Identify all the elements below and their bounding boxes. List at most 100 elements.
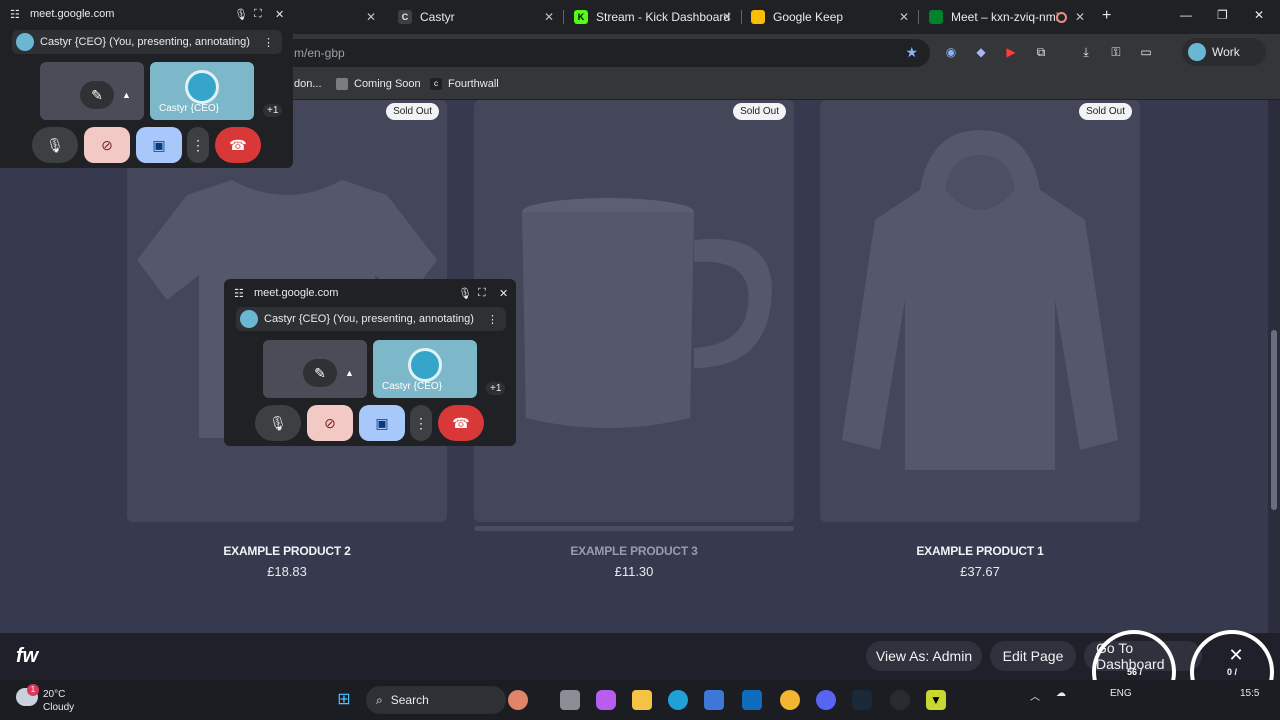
avatar: [240, 310, 258, 328]
present-button[interactable]: ▣: [136, 127, 182, 163]
download-icon[interactable]: ⤓: [1078, 45, 1094, 61]
steam-icon[interactable]: [852, 690, 872, 710]
cast-audio-icon[interactable]: ◉: [943, 45, 959, 61]
close-icon[interactable]: ✕: [275, 8, 284, 21]
bookmark-item[interactable]: Coming Soon: [336, 78, 421, 90]
tab-castyr[interactable]: C Castyr ✕: [398, 4, 554, 30]
obs-icon[interactable]: [890, 690, 910, 710]
product-name[interactable]: EXAMPLE PRODUCT 2: [127, 544, 447, 558]
product-name[interactable]: EXAMPLE PRODUCT 3: [474, 544, 794, 558]
cast-icon[interactable]: ▭: [1138, 45, 1154, 61]
chevron-up-icon[interactable]: ▲: [122, 90, 131, 100]
close-icon[interactable]: ✕: [722, 10, 732, 24]
weather-widget[interactable]: 20°C Cloudy: [43, 688, 74, 714]
mic-icon[interactable]: 🎙: [458, 287, 472, 300]
balloons-icon[interactable]: [508, 690, 528, 710]
shop-page: Sold Out Sold Out Sold Out EXAMPLE PRODU…: [0, 100, 1268, 633]
close-icon[interactable]: ✕: [899, 10, 909, 24]
tab-google-keep[interactable]: Google Keep ✕: [751, 4, 909, 30]
extensions-icon[interactable]: ⧉: [1033, 45, 1049, 61]
camera-off-button[interactable]: ⊘: [307, 405, 353, 441]
keystroke-counter: 56 /: [1127, 667, 1143, 677]
expand-icon[interactable]: ⛶: [478, 287, 486, 300]
more-participants-badge[interactable]: +1: [263, 104, 283, 117]
close-admin-bar-icon[interactable]: ✕: [1222, 641, 1250, 669]
new-tab-button[interactable]: +: [1102, 7, 1111, 25]
close-icon[interactable]: ✕: [544, 10, 554, 24]
tab-kick-dashboard[interactable]: K Stream - Kick Dashboard ✕: [574, 4, 732, 30]
product-card[interactable]: Sold Out: [820, 100, 1140, 522]
product-card[interactable]: Sold Out: [474, 100, 794, 522]
chevron-up-icon[interactable]: ▲: [345, 368, 354, 378]
mic-button[interactable]: 🎙: [255, 405, 301, 441]
language-indicator[interactable]: ENG: [1110, 688, 1132, 699]
bookmark-item[interactable]: c Fourthwall: [430, 78, 499, 90]
mic-icon[interactable]: 🎙: [234, 8, 248, 21]
windows-taskbar: 1 20°C Cloudy ⊞ ⌕ Search ▼ ︿ ☁ ENG 15:5: [0, 680, 1280, 720]
meet-pip-window[interactable]: ☷ meet.google.com 🎙 ⛶ ✕ Castyr {CEO} (Yo…: [224, 279, 516, 446]
presenter-row[interactable]: Castyr {CEO} (You, presenting, annotatin…: [236, 307, 506, 331]
address-bar[interactable]: m/en-gbp ★: [280, 39, 930, 67]
tab-meet[interactable]: Meet – kxn-zviq-nmi ✕: [929, 4, 1085, 30]
tune-icon: ☷: [234, 288, 244, 300]
youtube-extension-icon[interactable]: ▶: [1003, 45, 1019, 61]
carousel-indicator[interactable]: [474, 526, 794, 531]
camera-off-button[interactable]: ⊘: [84, 127, 130, 163]
tune-icon: ☷: [10, 9, 20, 21]
bookmark-star-icon[interactable]: ★: [905, 44, 918, 61]
product-name[interactable]: EXAMPLE PRODUCT 1: [820, 544, 1140, 558]
task-view-icon[interactable]: [560, 690, 580, 710]
more-options-button[interactable]: ⋮: [410, 405, 432, 441]
pip-domain: meet.google.com: [30, 8, 115, 20]
store-icon[interactable]: [704, 690, 724, 710]
presenter-row[interactable]: Castyr {CEO} (You, presenting, annotatin…: [12, 30, 282, 54]
more-options-button[interactable]: ⋮: [187, 127, 209, 163]
end-call-button[interactable]: ☎: [215, 127, 261, 163]
mic-button[interactable]: 🎙: [32, 127, 78, 163]
edit-page-button[interactable]: Edit Page: [990, 641, 1076, 671]
annotate-icon[interactable]: ✎: [80, 81, 114, 109]
end-call-button[interactable]: ☎: [438, 405, 484, 441]
windows-start-icon[interactable]: ⊞: [334, 690, 354, 710]
product-price: £18.83: [267, 564, 307, 579]
participant-tile[interactable]: Castyr {CEO}: [373, 340, 477, 398]
close-icon[interactable]: ✕: [366, 10, 376, 24]
participant-name: Castyr {CEO}: [159, 103, 220, 114]
more-participants-badge[interactable]: +1: [486, 382, 506, 395]
profile-button[interactable]: Work: [1182, 38, 1266, 66]
weather-condition: Cloudy: [43, 702, 75, 713]
outlook-icon[interactable]: [742, 690, 762, 710]
meet-pip-window[interactable]: ☷ meet.google.com 🎙 ⛶ ✕ Castyr {CEO} (Yo…: [0, 0, 293, 168]
expand-icon[interactable]: ⛶: [254, 8, 262, 21]
taskbar-search[interactable]: ⌕ Search: [366, 686, 506, 714]
discord-icon[interactable]: [816, 690, 836, 710]
password-key-icon[interactable]: ⚿: [1108, 45, 1124, 61]
file-explorer-icon[interactable]: [632, 690, 652, 710]
annotate-icon[interactable]: ✎: [303, 359, 337, 387]
product-price: £11.30: [614, 564, 654, 579]
more-vert-icon[interactable]: ⋮: [487, 313, 498, 326]
clock[interactable]: 15:5: [1240, 688, 1259, 699]
keystroke-counter: 0 /: [1227, 667, 1238, 677]
close-icon[interactable]: ✕: [1075, 10, 1085, 24]
view-as-button[interactable]: View As: Admin: [866, 641, 982, 671]
discord-extension-icon[interactable]: ◆: [973, 45, 989, 61]
more-vert-icon[interactable]: ⋮: [263, 36, 274, 49]
onedrive-icon[interactable]: ☁: [1056, 688, 1066, 699]
window-close-icon[interactable]: ✕: [1254, 8, 1264, 22]
bookmark-item[interactable]: don...: [294, 78, 322, 90]
close-icon[interactable]: ✕: [499, 287, 508, 300]
chrome-icon[interactable]: [780, 690, 800, 710]
edge-icon[interactable]: [668, 690, 688, 710]
app-icon[interactable]: ▼: [926, 690, 946, 710]
present-button[interactable]: ▣: [359, 405, 405, 441]
minimize-icon[interactable]: —: [1180, 8, 1192, 22]
scrollbar-thumb[interactable]: [1271, 330, 1277, 510]
tab-separator: [741, 10, 742, 24]
castyr-logo: [408, 348, 442, 382]
participant-tile[interactable]: Castyr {CEO}: [150, 62, 254, 120]
restore-icon[interactable]: ❐: [1217, 8, 1228, 22]
tray-chevron-icon[interactable]: ︿: [1030, 688, 1040, 703]
tab-blank[interactable]: ✕: [296, 4, 376, 30]
copilot-icon[interactable]: [596, 690, 616, 710]
